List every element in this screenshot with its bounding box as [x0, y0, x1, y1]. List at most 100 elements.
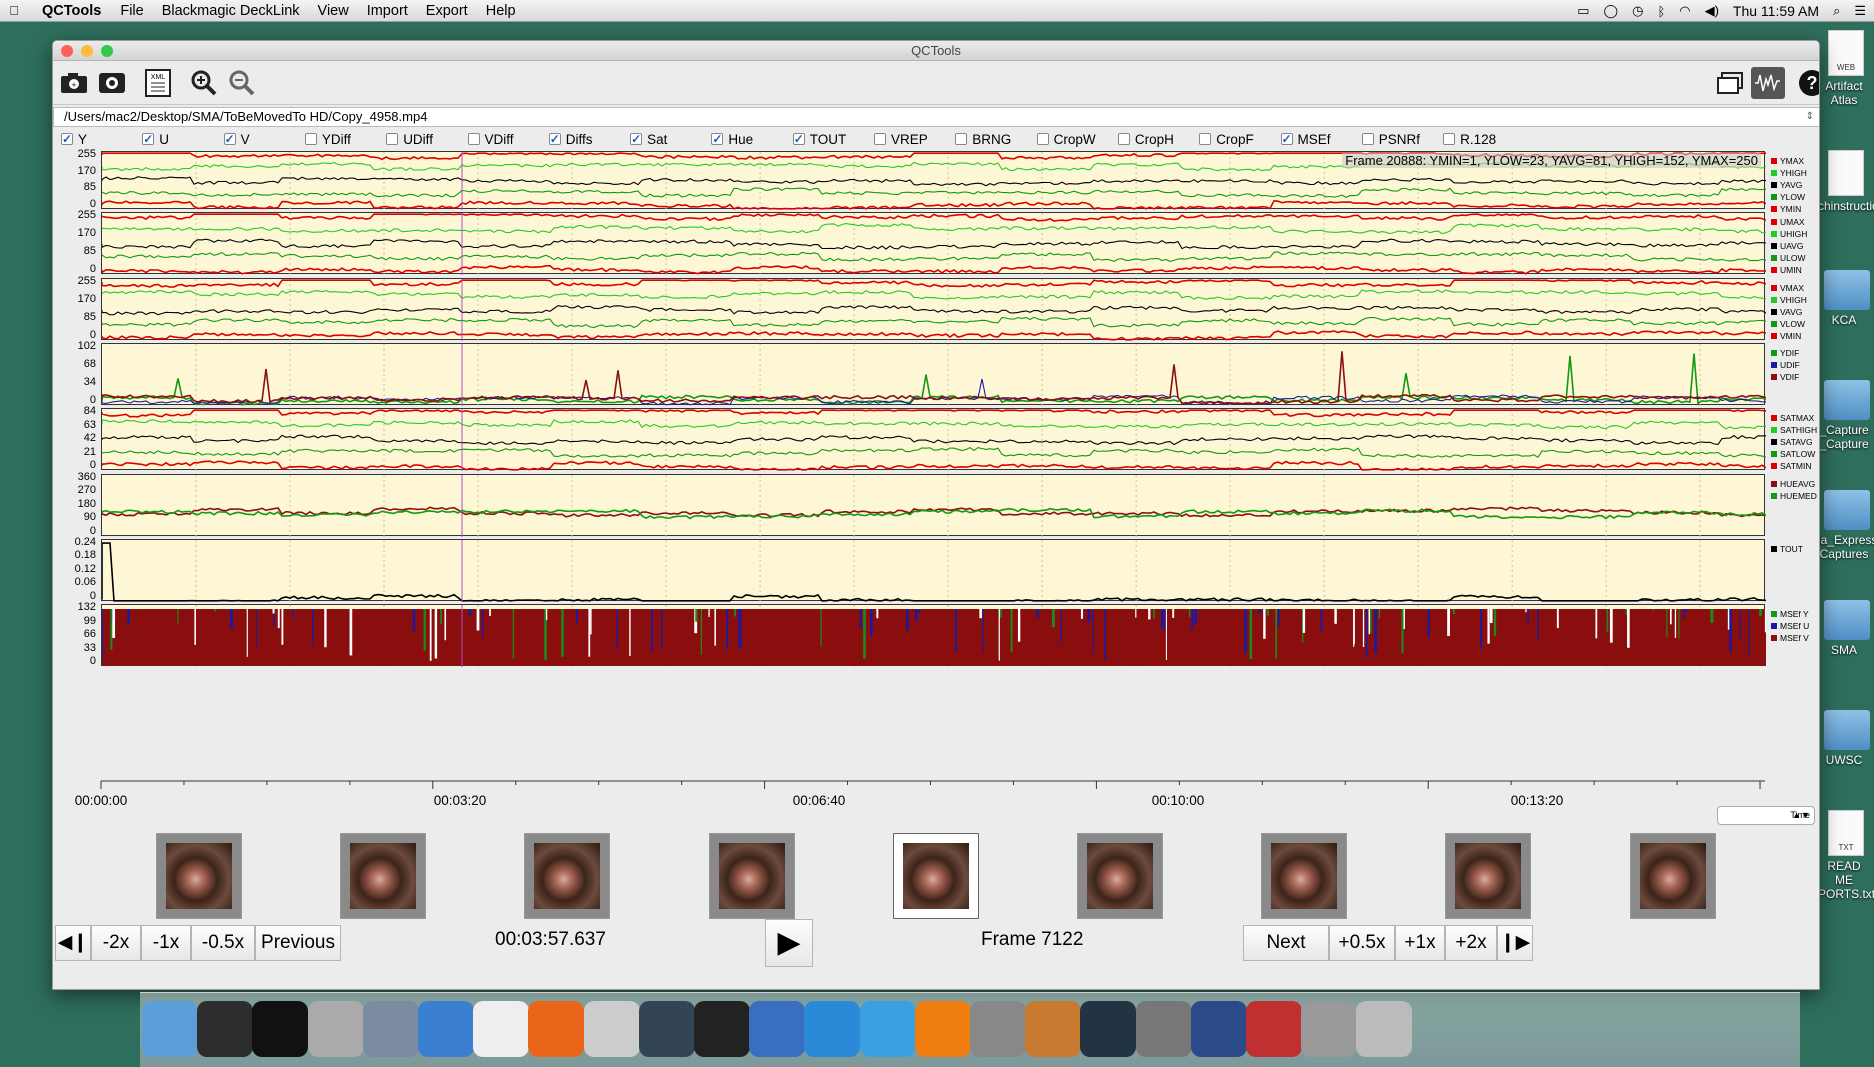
- thumbnail[interactable]: [1629, 833, 1716, 919]
- speed-plus-half-button[interactable]: +0.5x: [1329, 925, 1395, 961]
- thumbnail[interactable]: [1261, 833, 1348, 919]
- notification-icon[interactable]: ☰: [1854, 3, 1866, 19]
- wifi-icon[interactable]: ◠: [1679, 3, 1690, 19]
- filter-croph[interactable]: CropH: [1117, 130, 1174, 148]
- volume-icon[interactable]: ◀): [1705, 3, 1719, 19]
- play-button[interactable]: ▶: [765, 919, 813, 967]
- filter-v[interactable]: ✓ V: [223, 130, 250, 148]
- speed-minus-1x-button[interactable]: -1x: [141, 925, 191, 961]
- previous-frame-button[interactable]: ◀❙: [55, 925, 91, 961]
- dock-script-editor-icon[interactable]: [1246, 1001, 1302, 1057]
- dock-dvd-player-icon[interactable]: [1135, 1001, 1192, 1057]
- open-capture-button[interactable]: [95, 67, 129, 99]
- thumbnail[interactable]: [1445, 833, 1532, 919]
- desktop-item[interactable]: chinstructions: [1818, 150, 1874, 213]
- speed-plus-1x-button[interactable]: +1x: [1395, 925, 1445, 961]
- minimize-button[interactable]: [81, 45, 93, 57]
- checkbox[interactable]: [467, 133, 480, 145]
- checkbox[interactable]: ✓: [630, 133, 643, 145]
- dock-qctools-icon[interactable]: [583, 1001, 640, 1057]
- apple-icon[interactable]: : [4, 3, 24, 18]
- desktop-item[interactable]: SMA: [1818, 600, 1870, 657]
- filter-udiff[interactable]: UDiff: [386, 130, 433, 148]
- help-button[interactable]: ?: [1795, 67, 1819, 99]
- checkbox[interactable]: ✓: [711, 133, 724, 145]
- graph-plot[interactable]: [101, 473, 1766, 537]
- filter-cropf[interactable]: CropF: [1199, 130, 1254, 148]
- dock-utility-icon[interactable]: [1301, 1001, 1358, 1057]
- desktop-item[interactable]: _Capture _Capture: [1818, 380, 1870, 451]
- bluetooth-icon[interactable]: ᛒ: [1657, 4, 1665, 19]
- filter-diffs[interactable]: ✓ Diffs: [548, 130, 593, 148]
- thumbnail[interactable]: [1077, 833, 1163, 919]
- zoom-button[interactable]: [101, 45, 113, 57]
- menu-view[interactable]: View: [309, 3, 358, 19]
- menu-export[interactable]: Export: [417, 3, 477, 19]
- filter-r128[interactable]: R.128: [1443, 130, 1496, 148]
- menu-help[interactable]: Help: [477, 3, 525, 19]
- desktop-item[interactable]: WEB Artifact Atlas: [1818, 30, 1870, 107]
- checkbox[interactable]: [1036, 133, 1049, 145]
- graph-plot[interactable]: [101, 212, 1766, 276]
- checkbox[interactable]: [1443, 133, 1456, 145]
- checkbox[interactable]: [386, 133, 399, 145]
- graph-plot[interactable]: [101, 277, 1766, 341]
- dock-safari-icon[interactable]: [418, 1001, 474, 1057]
- player-view-button[interactable]: [1713, 67, 1747, 99]
- chat-icon[interactable]: ◯: [1604, 3, 1619, 19]
- time-machine-icon[interactable]: ◷: [1632, 3, 1643, 19]
- checkbox[interactable]: [955, 133, 968, 145]
- filter-hue[interactable]: ✓ Hue: [711, 130, 753, 148]
- thumbnail[interactable]: [524, 833, 611, 919]
- filter-psnrf[interactable]: PSNRf: [1361, 130, 1420, 148]
- clock[interactable]: Thu 11:59 AM: [1733, 3, 1819, 19]
- graph-plot[interactable]: [101, 408, 1766, 472]
- export-xml-button[interactable]: XML: [141, 67, 175, 99]
- dock-quicktime-icon[interactable]: [749, 1001, 806, 1057]
- graph-plot[interactable]: Frame 20888: YMIN=1, YLOW=23, YAVG=81, Y…: [101, 151, 1766, 210]
- thumbnail[interactable]: [156, 833, 242, 919]
- dock-launchpad-icon[interactable]: [362, 1001, 419, 1057]
- filter-brng[interactable]: BRNG: [955, 130, 1011, 148]
- thumbnail-current[interactable]: [892, 833, 979, 919]
- file-path-select[interactable]: /Users/mac2/Desktop/SMA/ToBeMovedTo HD/C…: [53, 107, 1819, 127]
- dock-activity-monitor-icon[interactable]: [197, 1001, 254, 1057]
- speed-plus-2x-button[interactable]: +2x: [1445, 925, 1497, 961]
- speed-minus-2x-button[interactable]: -2x: [91, 925, 141, 961]
- next-frame-button[interactable]: ❙▶: [1497, 925, 1533, 961]
- dock-mission-control-icon[interactable]: [638, 1001, 695, 1057]
- previous-button[interactable]: Previous: [255, 925, 341, 961]
- filter-vdiff[interactable]: VDiff: [467, 130, 514, 148]
- desktop-item[interactable]: TXT READ ME PORTS.txt: [1818, 810, 1874, 901]
- dock-final-cut-icon[interactable]: [694, 1001, 750, 1057]
- app-menu[interactable]: QCTools: [24, 3, 111, 19]
- dock-trash-icon[interactable]: [1356, 1001, 1413, 1057]
- checkbox[interactable]: [304, 133, 317, 145]
- airplay-icon[interactable]: ▭: [1577, 3, 1589, 19]
- checkbox[interactable]: ✓: [223, 133, 236, 145]
- checkbox[interactable]: [1199, 133, 1212, 145]
- menu-file[interactable]: File: [111, 3, 152, 19]
- zoom-out-button[interactable]: [225, 67, 259, 99]
- desktop-item[interactable]: KCA: [1818, 270, 1870, 327]
- spotlight-icon[interactable]: ⌕: [1833, 3, 1840, 19]
- dock-vlc-icon[interactable]: [914, 1001, 971, 1057]
- checkbox[interactable]: ✓: [142, 133, 155, 145]
- dock-disk-utility-icon[interactable]: [307, 1001, 364, 1057]
- menu-import[interactable]: Import: [358, 3, 417, 19]
- checkbox[interactable]: ✓: [61, 133, 73, 145]
- filter-ydiff[interactable]: YDiff: [304, 130, 351, 148]
- filter-sat[interactable]: ✓ Sat: [630, 130, 667, 148]
- dock-finder-icon[interactable]: [142, 1001, 198, 1057]
- checkbox[interactable]: ✓: [548, 133, 561, 145]
- graph-plot[interactable]: [101, 342, 1766, 406]
- filter-cropw[interactable]: CropW: [1036, 130, 1096, 148]
- dock-mail-icon[interactable]: [1025, 1001, 1082, 1057]
- filter-tout[interactable]: ✓ TOUT: [792, 130, 846, 148]
- next-button[interactable]: Next: [1243, 925, 1329, 961]
- filter-msef[interactable]: ✓ MSEf: [1280, 130, 1331, 148]
- close-button[interactable]: [61, 45, 73, 57]
- checkbox[interactable]: ✓: [792, 133, 805, 145]
- thumbnail[interactable]: [340, 833, 427, 919]
- dock-terminal-icon[interactable]: [252, 1001, 309, 1057]
